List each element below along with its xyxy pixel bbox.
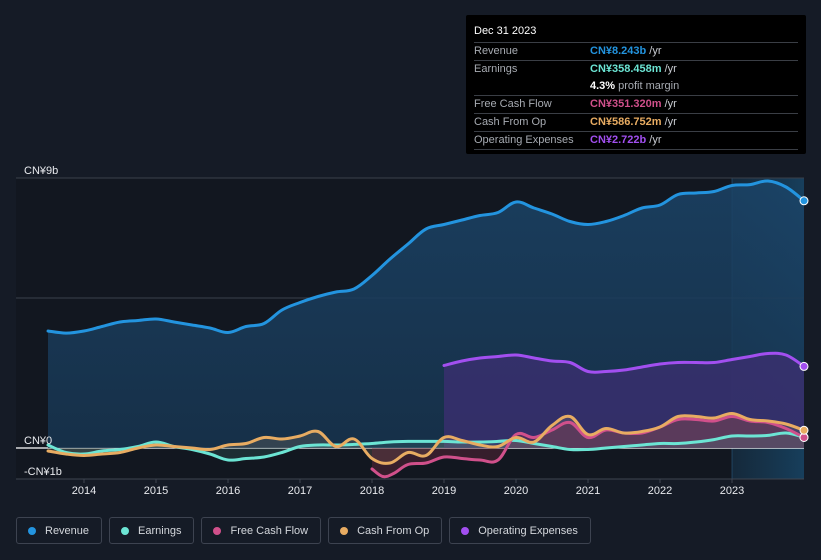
legend-item-free-cash-flow[interactable]: Free Cash Flow	[201, 517, 322, 544]
legend-item-operating-expenses[interactable]: Operating Expenses	[449, 517, 591, 544]
y-tick-label: CN¥9b	[24, 165, 58, 177]
x-tick-label: 2021	[576, 485, 600, 497]
x-tick-label: 2022	[648, 485, 672, 497]
legend-label: Earnings	[138, 524, 182, 537]
cash-from-op-dot-icon	[340, 526, 349, 535]
legend-label: Cash From Op	[357, 524, 430, 537]
tooltip-value: CN¥586.752m	[590, 116, 662, 128]
operating-expenses-end-marker	[799, 361, 809, 371]
tooltip-label: Earnings	[474, 63, 518, 75]
legend-label: Operating Expenses	[478, 524, 578, 537]
tooltip-label	[474, 78, 590, 95]
tooltip-panel: Dec 31 2023 Revenue CN¥8.243b /yr Earnin…	[466, 15, 806, 154]
legend-item-earnings[interactable]: Earnings	[109, 517, 195, 544]
legend-label: Free Cash Flow	[230, 524, 309, 537]
chart-legend: Revenue Earnings Free Cash Flow Cash Fro…	[16, 517, 591, 544]
tooltip-unit: /yr	[649, 45, 662, 57]
x-tick-label: 2015	[144, 485, 168, 497]
tooltip-unit: /yr	[664, 98, 677, 110]
tooltip-date: Dec 31 2023	[474, 23, 798, 43]
revenue-end-marker	[799, 196, 809, 206]
tooltip-unit: /yr	[664, 116, 677, 128]
tooltip-row-free-cash-flow: Free Cash Flow CN¥351.320m /yr	[474, 96, 798, 114]
revenue-dot-icon	[28, 526, 36, 535]
tooltip-label: Revenue	[474, 45, 519, 57]
tooltip-value: CN¥358.458m	[590, 63, 662, 75]
x-tick-label: 2014	[72, 485, 96, 497]
y-tick-label: CN¥0	[24, 435, 52, 447]
tooltip-unit: /yr	[649, 134, 662, 146]
x-tick-label: 2019	[432, 485, 456, 497]
x-tick-label: 2018	[360, 485, 384, 497]
tooltip-value: CN¥2.722b	[590, 134, 647, 146]
tooltip-value: CN¥8.243b	[590, 45, 647, 57]
tooltip-label: Free Cash Flow	[474, 98, 552, 110]
free-cash-flow-dot-icon	[213, 526, 222, 535]
tooltip-row-revenue: Revenue CN¥8.243b /yr	[474, 43, 798, 61]
tooltip-row-cash-from-op: Cash From Op CN¥586.752m /yr	[474, 114, 798, 132]
y-tick-label: -CN¥1b	[24, 466, 62, 478]
legend-item-cash-from-op[interactable]: Cash From Op	[328, 517, 443, 544]
tooltip-row-operating-expenses: Operating Expenses CN¥2.722b /yr	[474, 132, 798, 150]
earnings-dot-icon	[121, 526, 130, 535]
tooltip-label: Cash From Op	[474, 116, 547, 128]
legend-label: Revenue	[45, 524, 90, 537]
tooltip-row-profit-margin: 4.3% profit margin	[474, 78, 798, 96]
tooltip-value: CN¥351.320m	[590, 98, 662, 110]
x-tick-label: 2016	[216, 485, 240, 497]
tooltip-label: Operating Expenses	[474, 134, 574, 146]
x-tick-label: 2017	[288, 485, 312, 497]
legend-item-revenue[interactable]: Revenue	[16, 517, 103, 544]
profit-margin-text: profit margin	[618, 80, 680, 92]
x-tick-label: 2023	[720, 485, 744, 497]
operating-expenses-dot-icon	[461, 526, 470, 535]
tooltip-row-earnings: Earnings CN¥358.458m /yr	[474, 61, 798, 78]
cash-from-op-end-marker	[799, 425, 809, 435]
x-tick-label: 2020	[504, 485, 528, 497]
tooltip-unit: /yr	[664, 63, 677, 75]
profit-margin-value: 4.3%	[590, 80, 616, 92]
